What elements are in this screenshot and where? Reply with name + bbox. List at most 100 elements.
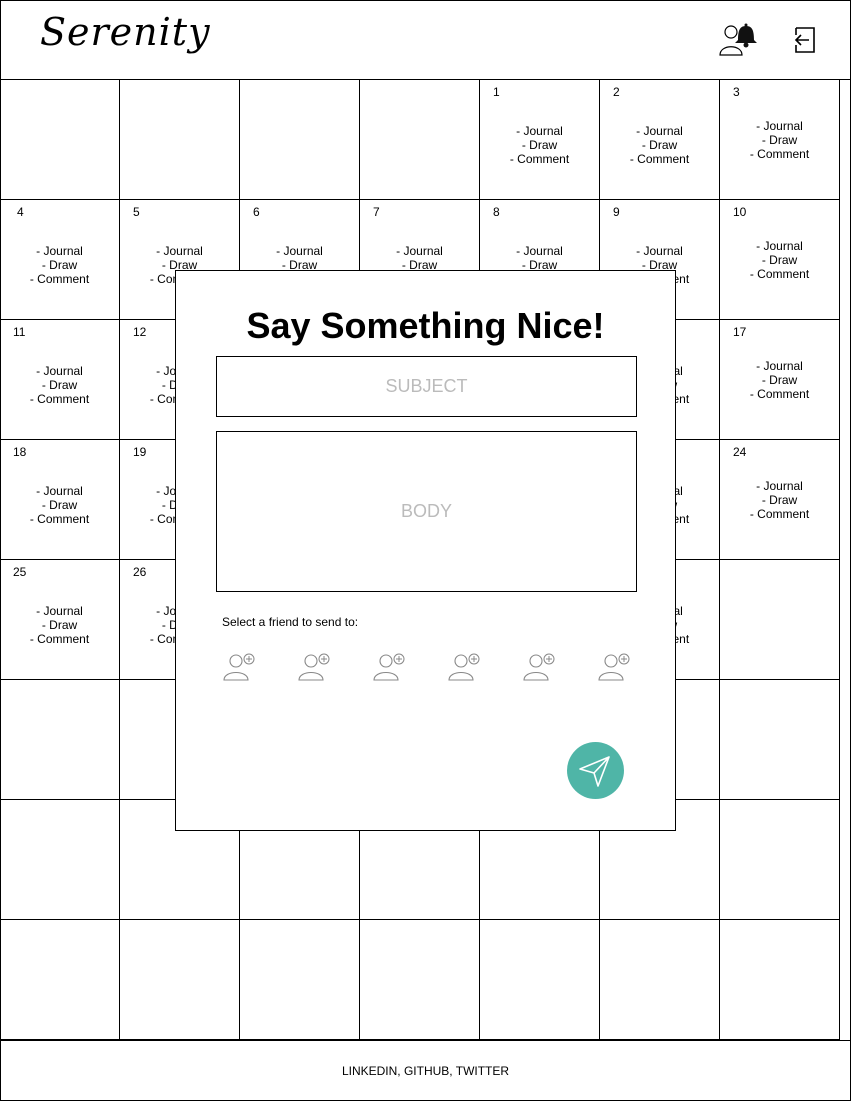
- calendar-day-cell[interactable]: 18 - Journal - Draw - Comment: [0, 440, 120, 560]
- day-number: 11: [13, 325, 26, 339]
- activity-link[interactable]: - Comment: [0, 392, 119, 406]
- calendar-empty-cell: [240, 80, 360, 200]
- friends-notification-icon[interactable]: [718, 22, 760, 63]
- calendar-day-cell[interactable]: 11 - Journal - Draw - Comment: [0, 320, 120, 440]
- activity-link[interactable]: - Journal: [0, 244, 119, 258]
- add-friend-icon[interactable]: [523, 652, 559, 682]
- footer-links[interactable]: LINKEDIN, GITHUB, TWITTER: [342, 1064, 509, 1078]
- calendar-empty-cell: [720, 800, 840, 920]
- calendar-empty-cell: [360, 920, 480, 1040]
- activity-link[interactable]: - Draw: [720, 253, 839, 267]
- select-friend-label: Select a friend to send to:: [222, 615, 359, 629]
- day-number: 3: [733, 85, 740, 99]
- activity-link[interactable]: - Comment: [600, 152, 719, 166]
- calendar-empty-cell: [720, 680, 840, 800]
- activity-link[interactable]: - Journal: [720, 119, 839, 133]
- calendar-day-cell[interactable]: 25 - Journal - Draw - Comment: [0, 560, 120, 680]
- calendar-empty-cell: [0, 80, 120, 200]
- body-input[interactable]: BODY: [216, 431, 637, 592]
- day-number: 17: [733, 325, 747, 339]
- calendar-empty-cell: [720, 560, 840, 680]
- activity-link[interactable]: - Journal: [360, 244, 479, 258]
- activity-link[interactable]: - Journal: [600, 124, 719, 138]
- calendar-day-cell[interactable]: 24 - Journal - Draw - Comment: [720, 440, 840, 560]
- calendar-day-cell[interactable]: 1 - Journal - Draw - Comment: [480, 80, 600, 200]
- calendar-empty-cell: [600, 920, 720, 1040]
- activity-link[interactable]: - Journal: [480, 124, 599, 138]
- activity-link[interactable]: - Draw: [0, 258, 119, 272]
- activity-link[interactable]: - Draw: [0, 378, 119, 392]
- calendar-empty-cell: [0, 680, 120, 800]
- activity-link[interactable]: - Comment: [720, 147, 839, 161]
- add-friend-icon[interactable]: [223, 652, 259, 682]
- activity-link[interactable]: - Journal: [480, 244, 599, 258]
- activity-link[interactable]: - Journal: [120, 244, 239, 258]
- activity-link[interactable]: - Journal: [720, 239, 839, 253]
- activity-link[interactable]: - Journal: [0, 364, 119, 378]
- activity-link[interactable]: - Draw: [720, 493, 839, 507]
- activity-link[interactable]: - Journal: [0, 604, 119, 618]
- calendar-empty-cell: [120, 920, 240, 1040]
- day-number: 4: [17, 205, 24, 219]
- day-number: 10: [733, 205, 747, 219]
- activity-link[interactable]: - Journal: [720, 479, 839, 493]
- add-friend-icon[interactable]: [373, 652, 409, 682]
- activity-link[interactable]: - Journal: [240, 244, 359, 258]
- calendar-day-cell[interactable]: 3 - Journal - Draw - Comment: [720, 80, 840, 200]
- activity-link[interactable]: - Comment: [0, 512, 119, 526]
- send-button[interactable]: [567, 742, 624, 799]
- calendar-day-cell[interactable]: 10 - Journal - Draw - Comment: [720, 200, 840, 320]
- day-number: 2: [613, 85, 620, 99]
- day-number: 19: [133, 445, 147, 459]
- day-number: 26: [133, 565, 147, 579]
- add-friend-icon[interactable]: [448, 652, 484, 682]
- calendar-day-cell[interactable]: 4 - Journal - Draw - Comment: [0, 200, 120, 320]
- activity-link[interactable]: - Comment: [720, 267, 839, 281]
- day-number: 12: [133, 325, 147, 339]
- activity-link[interactable]: - Journal: [600, 244, 719, 258]
- activity-link[interactable]: - Draw: [0, 498, 119, 512]
- activity-link[interactable]: - Journal: [720, 359, 839, 373]
- activity-link[interactable]: - Draw: [720, 373, 839, 387]
- calendar-day-cell[interactable]: 2 - Journal - Draw - Comment: [600, 80, 720, 200]
- day-activities: - Journal- Draw- Comment: [0, 604, 119, 646]
- activity-link[interactable]: - Comment: [720, 387, 839, 401]
- day-activities: - Journal- Draw- Comment: [0, 364, 119, 406]
- activity-link[interactable]: - Comment: [0, 632, 119, 646]
- calendar-empty-cell: [240, 920, 360, 1040]
- add-friend-icon[interactable]: [298, 652, 334, 682]
- activity-link[interactable]: - Comment: [720, 507, 839, 521]
- day-activities: - Journal- Draw- Comment: [720, 479, 839, 521]
- day-activities: - Journal- Draw- Comment: [720, 239, 839, 281]
- activity-link[interactable]: - Draw: [600, 138, 719, 152]
- activity-link[interactable]: - Draw: [0, 618, 119, 632]
- activity-link[interactable]: - Draw: [720, 133, 839, 147]
- calendar-empty-cell: [0, 800, 120, 920]
- footer: LINKEDIN, GITHUB, TWITTER: [0, 1040, 851, 1101]
- send-message-modal: Say Something Nice! SUBJECT BODY Select …: [175, 270, 676, 831]
- day-number: 24: [733, 445, 747, 459]
- calendar-empty-cell: [360, 80, 480, 200]
- day-activities: - Journal- Draw- Comment: [600, 124, 719, 166]
- day-number: 8: [493, 205, 500, 219]
- calendar-empty-cell: [120, 80, 240, 200]
- activity-link[interactable]: - Comment: [480, 152, 599, 166]
- app-logo[interactable]: Serenity: [40, 10, 211, 54]
- day-number: 6: [253, 205, 260, 219]
- day-number: 9: [613, 205, 620, 219]
- day-number: 7: [373, 205, 380, 219]
- activity-link[interactable]: - Comment: [0, 272, 119, 286]
- day-number: 18: [13, 445, 27, 459]
- calendar-empty-cell: [0, 920, 120, 1040]
- day-number: 1: [493, 85, 500, 99]
- subject-input[interactable]: SUBJECT: [216, 356, 637, 417]
- activity-link[interactable]: - Draw: [480, 138, 599, 152]
- modal-title: Say Something Nice!: [246, 305, 605, 346]
- logout-icon[interactable]: [792, 26, 818, 59]
- calendar-empty-cell: [720, 920, 840, 1040]
- day-activities: - Journal- Draw- Comment: [0, 244, 119, 286]
- add-friend-icon[interactable]: [598, 652, 634, 682]
- activity-link[interactable]: - Journal: [0, 484, 119, 498]
- day-activities: - Journal- Draw- Comment: [720, 119, 839, 161]
- calendar-day-cell[interactable]: 17 - Journal - Draw - Comment: [720, 320, 840, 440]
